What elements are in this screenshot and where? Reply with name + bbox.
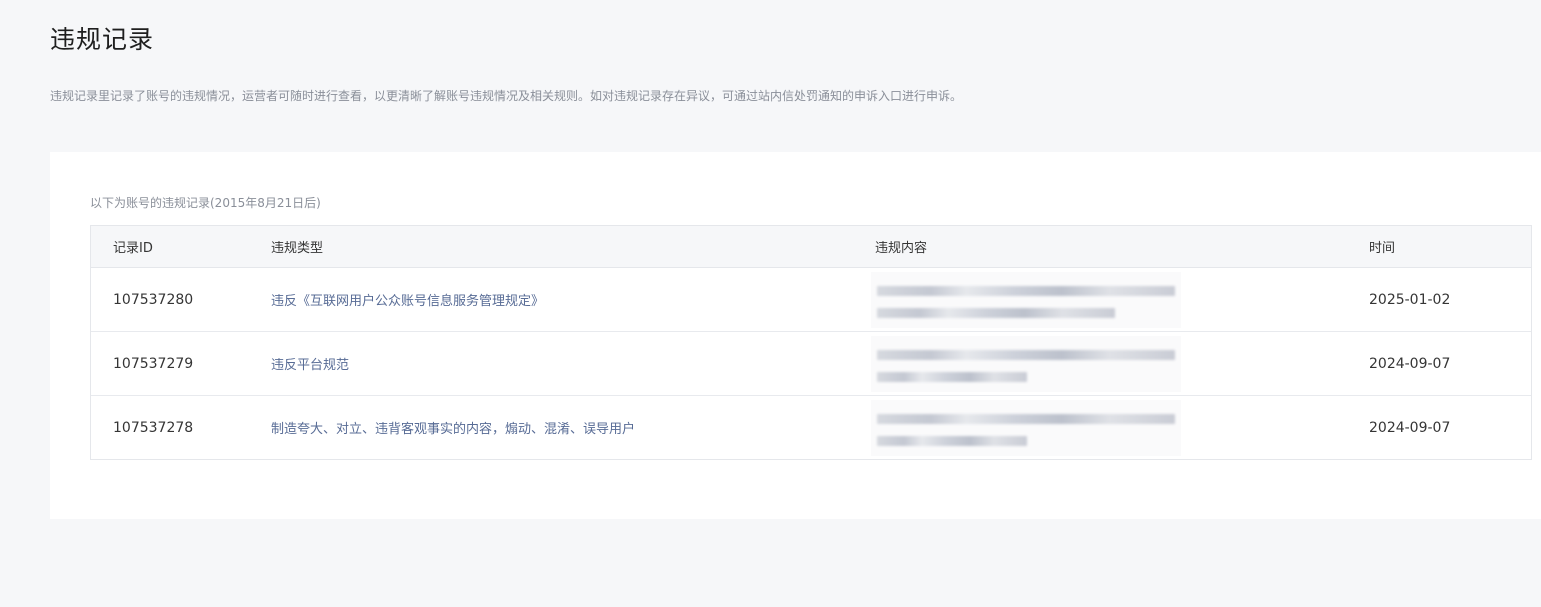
redacted-block [871, 272, 1181, 328]
redacted-line [877, 414, 1175, 424]
table-row: 107537279 违反平台规范 2024-09-07 [91, 332, 1531, 396]
redacted-line [877, 436, 1027, 446]
record-time: 2024-09-07 [1369, 355, 1451, 372]
page-description: 违规记录里记录了账号的违规情况，运营者可随时进行查看，以更清晰了解账号违规情况及… [50, 89, 963, 103]
records-table: 记录ID 违规类型 违规内容 时间 107537280 违反《互联网用户公众账号… [90, 225, 1532, 460]
record-time: 2024-09-07 [1369, 419, 1451, 436]
column-header-id: 记录ID [113, 241, 153, 256]
column-header-content: 违规内容 [875, 241, 928, 256]
violation-type-link[interactable]: 违反《互联网用户公众账号信息服务管理规定》 [271, 294, 544, 309]
record-id: 107537280 [113, 291, 194, 308]
redacted-line [877, 308, 1115, 318]
column-header-time: 时间 [1369, 241, 1396, 256]
redacted-line [877, 350, 1175, 360]
records-caption: 以下为账号的违规记录(2015年8月21日后) [90, 196, 321, 210]
redacted-block [871, 336, 1181, 392]
violation-content-redacted [871, 332, 1369, 395]
violation-content-redacted [871, 268, 1369, 331]
violation-records-page: 违规记录 违规记录里记录了账号的违规情况，运营者可随时进行查看，以更清晰了解账号… [0, 0, 1541, 607]
record-id: 107537278 [113, 419, 194, 436]
page-title: 违规记录 [50, 25, 155, 54]
column-header-type: 违规类型 [271, 241, 324, 256]
record-id: 107537279 [113, 355, 194, 372]
record-time: 2025-01-02 [1369, 291, 1451, 308]
redacted-line [877, 372, 1027, 382]
table-row: 107537280 违反《互联网用户公众账号信息服务管理规定》 2025-01-… [91, 268, 1531, 332]
table-row: 107537278 制造夸大、对立、违背客观事实的内容，煽动、混淆、误导用户 2… [91, 396, 1531, 459]
redacted-block [871, 400, 1181, 456]
violation-type-link[interactable]: 制造夸大、对立、违背客观事实的内容，煽动、混淆、误导用户 [271, 422, 635, 437]
violation-type-link[interactable]: 违反平台规范 [271, 358, 349, 373]
table-header: 记录ID 违规类型 违规内容 时间 [91, 226, 1531, 268]
redacted-line [877, 286, 1175, 296]
records-card: 以下为账号的违规记录(2015年8月21日后) 记录ID 违规类型 违规内容 时… [50, 152, 1541, 519]
violation-content-redacted [871, 396, 1369, 459]
